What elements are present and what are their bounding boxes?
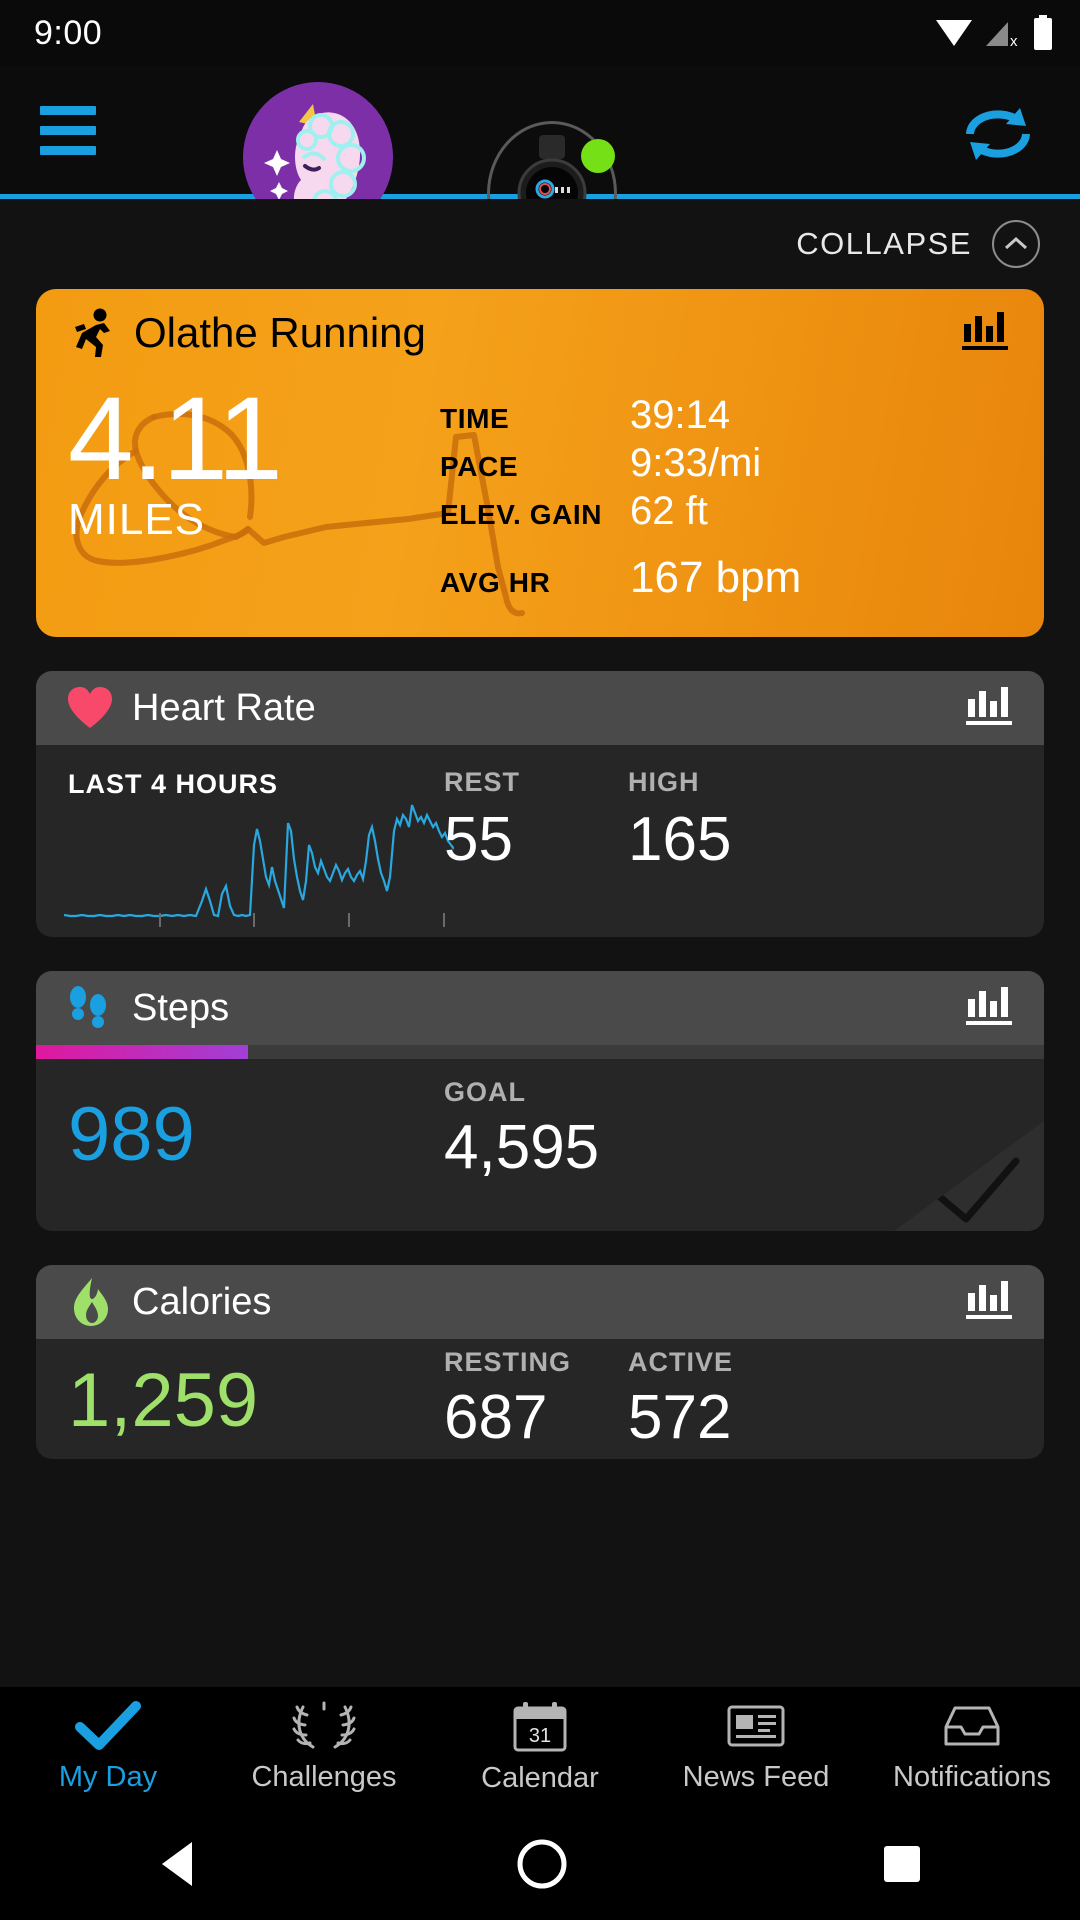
bar-chart-icon[interactable]	[966, 685, 1014, 732]
inbox-tray-icon	[944, 1706, 1000, 1745]
stat-label: PACE	[440, 451, 519, 482]
activity-stat-row: ELEV. GAIN 62 ft	[440, 489, 1024, 537]
stat-label: TIME	[440, 403, 510, 434]
nav-label: Notifications	[893, 1760, 1051, 1793]
device-connected-status-dot	[581, 139, 615, 173]
laurel-wreath-icon	[292, 1701, 356, 1748]
hr-chart-axis-ticks	[159, 913, 445, 927]
check-mark-icon	[75, 1700, 141, 1750]
activity-title: Olathe Running	[134, 309, 426, 356]
bar-chart-icon[interactable]	[966, 1279, 1014, 1326]
bottom-navigation: My Day Challenges 31 Calendar News Feed …	[0, 1687, 1080, 1807]
nav-item-my-day[interactable]: My Day	[0, 1700, 216, 1794]
heart-icon	[68, 687, 112, 728]
hamburger-menu-icon[interactable]	[40, 105, 96, 155]
status-icon-group: x	[934, 15, 1054, 51]
steps-trend-corner	[894, 1121, 1044, 1231]
nav-item-news-feed[interactable]: News Feed	[648, 1701, 864, 1794]
resting-value: 687	[444, 1383, 548, 1452]
footprints-icon	[70, 986, 106, 1028]
activity-stats-list: TIME 39:14 PACE 9:33/mi ELEV. GAIN 62 ft…	[440, 393, 1024, 602]
heart-rate-rest-block: REST 55	[444, 767, 520, 875]
rest-label: REST	[444, 767, 521, 797]
activity-stat-row: AVG HR 167 bpm	[440, 553, 1024, 602]
heart-rate-card[interactable]: Heart Rate LAST 4 HOURS REST 55 HIGH 165	[36, 671, 1044, 937]
stat-label: AVG HR	[440, 567, 551, 598]
steps-card-header: Steps	[36, 971, 1044, 1045]
activity-distance-value: 4.11	[68, 373, 283, 505]
steps-goal-block: GOAL 4,595	[444, 1077, 599, 1183]
activity-stat-row: PACE 9:33/mi	[440, 441, 1024, 489]
steps-progress-bar	[36, 1045, 1044, 1059]
nav-item-notifications[interactable]: Notifications	[864, 1701, 1080, 1794]
news-article-icon	[727, 1705, 785, 1746]
high-label: HIGH	[628, 767, 700, 797]
activity-card-body: 4.11 MILES TIME 39:14 PACE 9:33/mi ELEV.…	[36, 377, 1044, 637]
collapse-label: COLLAPSE	[796, 226, 972, 261]
calories-value: 1,259	[68, 1358, 259, 1443]
sync-refresh-icon[interactable]	[954, 100, 1042, 168]
heart-rate-card-header: Heart Rate	[36, 671, 1044, 745]
nav-label: Challenges	[251, 1760, 397, 1793]
running-person-icon	[75, 308, 110, 357]
resting-label: RESTING	[444, 1347, 572, 1377]
battery-icon	[1034, 15, 1052, 50]
cellular-signal-off-icon: x	[986, 22, 1018, 50]
active-label: ACTIVE	[628, 1347, 734, 1377]
status-bar: 9:00 x	[0, 0, 1080, 66]
heart-rate-card-body: LAST 4 HOURS REST 55 HIGH 165	[36, 745, 1044, 937]
flame-icon	[74, 1278, 108, 1326]
steps-progress-fill	[36, 1045, 248, 1059]
home-circle-icon[interactable]	[515, 1837, 569, 1891]
stat-value: 167 bpm	[630, 553, 802, 602]
stat-value: 39:14	[630, 393, 731, 437]
back-triangle-icon[interactable]	[156, 1838, 204, 1890]
calories-resting-block: RESTING 687	[444, 1347, 571, 1453]
calories-card-body: 1,259 RESTING 687 ACTIVE 572	[36, 1339, 1044, 1459]
steps-value: 989	[68, 1092, 195, 1177]
steps-card[interactable]: Steps 989 GOAL 4,595	[36, 971, 1044, 1231]
chevron-up-icon[interactable]	[992, 220, 1040, 268]
stat-value: 9:33/mi	[630, 441, 762, 485]
svg-text:x: x	[1010, 33, 1018, 50]
steps-goal-label: GOAL	[444, 1077, 526, 1107]
heart-rate-line-chart	[64, 804, 454, 918]
nav-label: News Feed	[682, 1760, 830, 1793]
stat-value: 62 ft	[630, 489, 708, 533]
status-time: 9:00	[34, 13, 103, 52]
scroll-content[interactable]: COLLAPSE Olathe Running 4.11 MILES TIME …	[0, 199, 1080, 1687]
nav-label: My Day	[58, 1760, 158, 1793]
recents-square-icon[interactable]	[880, 1842, 924, 1886]
heart-rate-title: Heart Rate	[132, 686, 316, 729]
system-navigation-bar	[0, 1807, 1080, 1920]
calories-active-block: ACTIVE 572	[628, 1347, 733, 1453]
rest-value: 55	[444, 805, 513, 874]
calories-title: Calories	[132, 1280, 272, 1323]
activity-card[interactable]: Olathe Running 4.11 MILES TIME 39:14 PAC…	[36, 289, 1044, 637]
heart-rate-high-block: HIGH 165	[628, 767, 731, 875]
svg-text:31: 31	[529, 1725, 551, 1747]
calories-card-header: Calories	[36, 1265, 1044, 1339]
stat-label: ELEV. GAIN	[440, 499, 603, 530]
calories-card[interactable]: Calories 1,259 RESTING 687 ACTIVE 572	[36, 1265, 1044, 1459]
activity-card-header: Olathe Running	[36, 289, 1044, 377]
bar-chart-icon[interactable]	[962, 310, 1010, 357]
steps-title: Steps	[132, 986, 230, 1029]
nav-label: Calendar	[481, 1761, 599, 1794]
high-value: 165	[628, 805, 732, 874]
activity-stat-row: TIME 39:14	[440, 393, 1024, 441]
nav-item-challenges[interactable]: Challenges	[216, 1701, 432, 1794]
steps-goal-value: 4,595	[444, 1113, 600, 1182]
activity-distance-block: 4.11 MILES	[68, 373, 283, 545]
app-header	[0, 66, 1080, 266]
collapse-row[interactable]: COLLAPSE	[0, 199, 1080, 289]
nav-item-calendar[interactable]: 31 Calendar	[432, 1700, 648, 1795]
wifi-icon	[936, 20, 972, 46]
steps-card-body: 989 GOAL 4,595	[36, 1059, 1044, 1231]
bar-chart-icon[interactable]	[966, 985, 1014, 1032]
calendar-31-icon: 31	[513, 1701, 567, 1751]
active-value: 572	[628, 1383, 732, 1452]
hr-series	[64, 804, 454, 918]
